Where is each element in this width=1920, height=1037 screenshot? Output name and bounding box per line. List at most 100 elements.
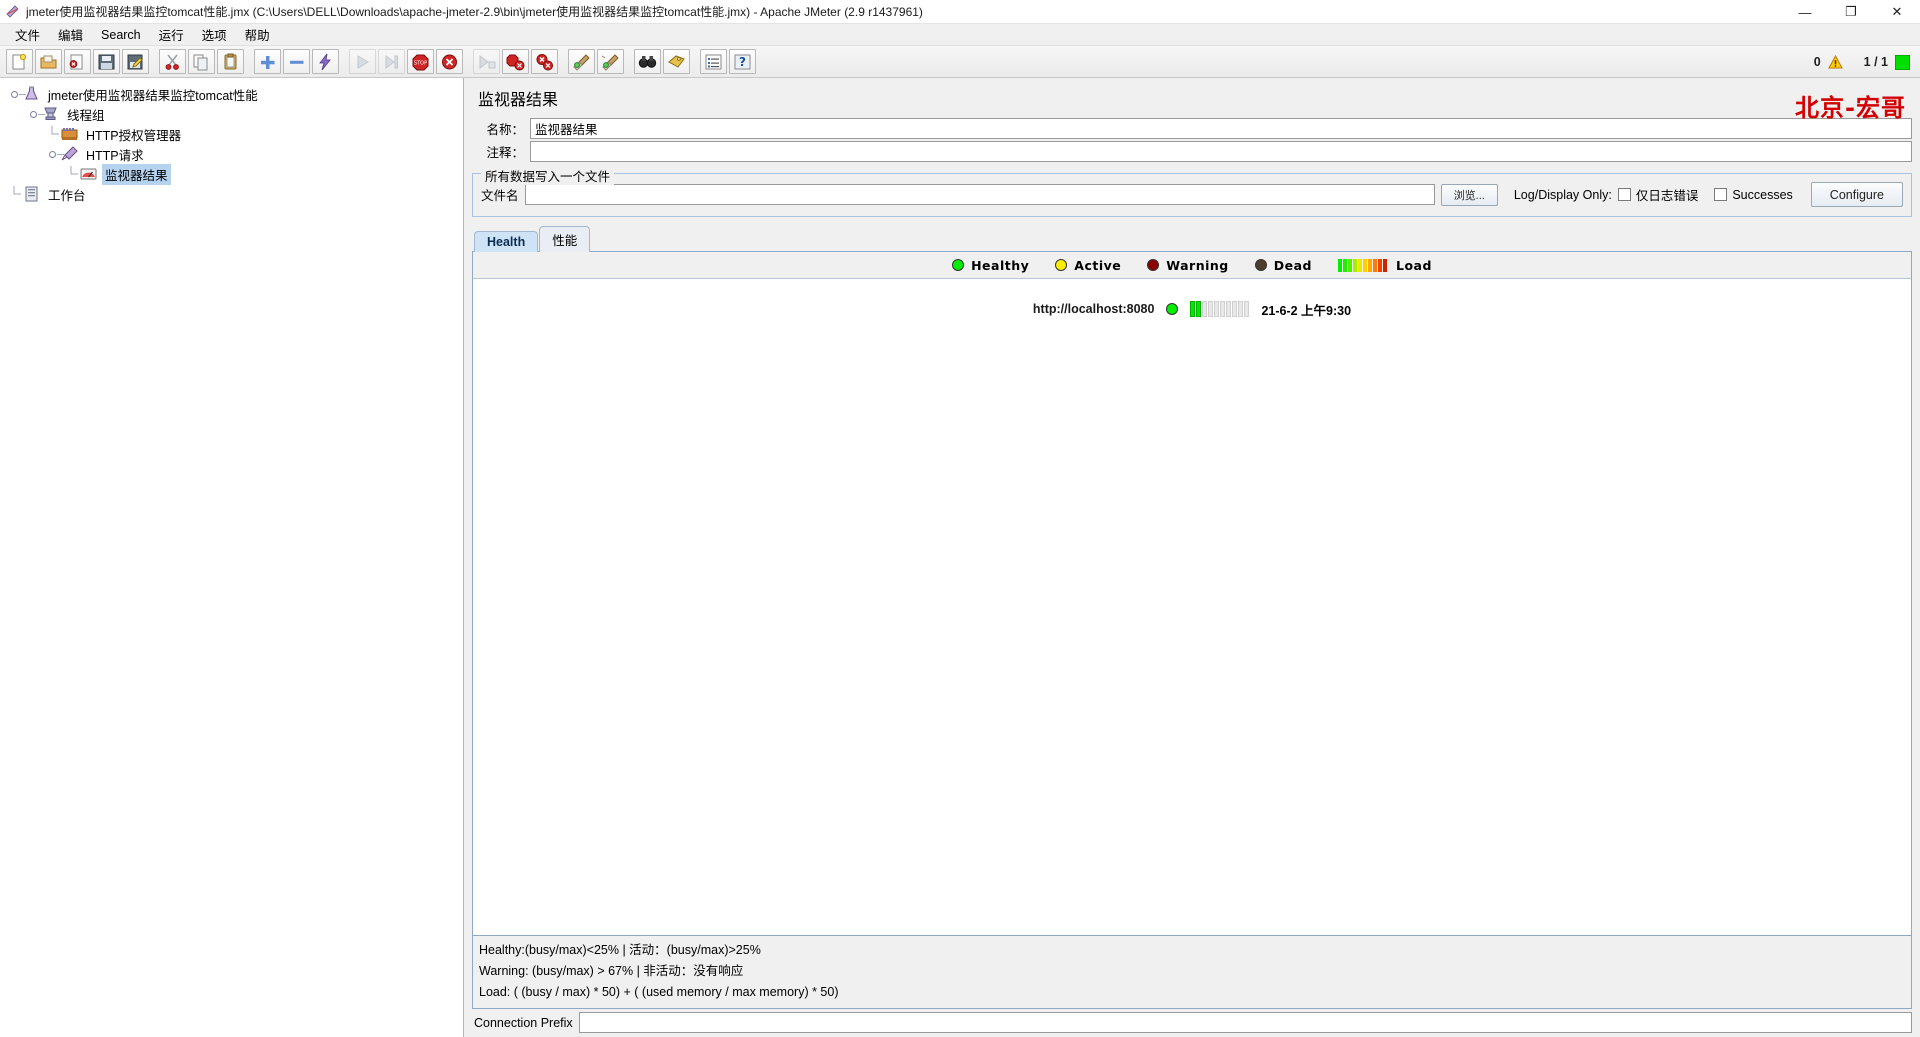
brand-watermark: 北京-宏哥 xyxy=(1795,94,1906,122)
main-split: jmeter使用监视器结果监控tomcat性能 线程组 HTTP授权管理器 HTTP请… xyxy=(0,78,1920,1037)
element-editor-pane: 北京-宏哥 监视器结果 名称： 注释： 所有数据写入一个文件 文件名 浏览...… xyxy=(464,78,1920,1037)
load-gradient-bar xyxy=(1377,258,1382,272)
remote-stop-icon xyxy=(506,53,525,71)
menu-run[interactable]: 运行 xyxy=(150,23,193,46)
clear-button[interactable] xyxy=(568,49,595,74)
tree-leaf-connector-icon xyxy=(6,186,22,202)
server-row-localhost-8080[interactable]: http://localhost:8080 21-6-2 上午9:30 xyxy=(473,299,1911,319)
info-line-healthy: Healthy:(busy/max)<25% | 活动：(busy/max)>2… xyxy=(479,943,761,957)
legend-dead: Dead xyxy=(1254,257,1312,273)
legend-warning: Warning xyxy=(1147,258,1228,273)
successes-label: Successes xyxy=(1732,187,1793,202)
tree-expander-icon[interactable] xyxy=(44,146,64,162)
tree-node-monitor-results[interactable]: 监视器结果 xyxy=(0,163,463,185)
browse-button[interactable]: 浏览... xyxy=(1440,183,1498,206)
successes-checkbox-wrap[interactable]: Successes xyxy=(1714,187,1793,202)
test-plan-tree[interactable]: jmeter使用监视器结果监控tomcat性能 线程组 HTTP授权管理器 HTTP请… xyxy=(0,78,464,1037)
warning-triangle-icon[interactable] xyxy=(1827,55,1843,69)
menu-file[interactable]: 文件 xyxy=(6,23,49,46)
clear-all-button[interactable] xyxy=(597,49,624,74)
load-gradient-bar xyxy=(1382,258,1387,272)
load-gradient-bar xyxy=(1352,258,1357,272)
tree-node-thread-group[interactable]: 线程组 xyxy=(0,104,463,124)
tab-health[interactable]: Health xyxy=(474,231,539,252)
minimize-button[interactable]: — xyxy=(1782,0,1828,24)
load-gradient-bar xyxy=(1357,258,1362,272)
templates-button[interactable] xyxy=(35,49,62,74)
open-button[interactable] xyxy=(64,49,91,74)
active-dot-icon xyxy=(1055,259,1068,271)
server-timestamp: 21-6-2 上午9:30 xyxy=(1261,303,1352,318)
workbench-icon xyxy=(22,185,41,203)
errors-only-checkbox[interactable] xyxy=(1617,188,1631,201)
stop-remote-button[interactable] xyxy=(502,49,529,74)
maximize-button[interactable]: ❐ xyxy=(1828,0,1874,24)
warning-dot-icon xyxy=(1147,259,1160,271)
help-button[interactable]: ? xyxy=(729,49,756,74)
svg-text:STOP: STOP xyxy=(414,60,427,66)
connection-prefix-row: Connection Prefix xyxy=(472,1012,1912,1037)
load-gradient-bar xyxy=(1342,258,1347,272)
paste-button[interactable] xyxy=(217,49,244,74)
collapse-all-button[interactable] xyxy=(283,49,310,74)
menu-help[interactable]: 帮助 xyxy=(236,23,279,46)
healthy-dot-icon xyxy=(952,259,965,271)
expand-all-button[interactable] xyxy=(254,49,281,74)
clipboard-icon xyxy=(221,53,240,71)
name-input[interactable] xyxy=(530,118,1912,139)
search-reset-button[interactable] xyxy=(663,49,690,74)
info-line-load: Load: ( (busy / max) * 50) + ( (used mem… xyxy=(479,985,839,999)
successes-checkbox[interactable] xyxy=(1714,188,1728,201)
new-button[interactable] xyxy=(6,49,33,74)
running-green-box xyxy=(1895,54,1910,70)
tree-node-label: jmeter使用监视器结果监控tomcat性能 xyxy=(48,88,258,103)
scissors-icon xyxy=(163,53,182,71)
menu-options[interactable]: 选项 xyxy=(193,23,236,46)
close-button[interactable]: ✕ xyxy=(1874,0,1920,24)
menu-edit[interactable]: 编辑 xyxy=(49,23,92,46)
configure-button[interactable]: Configure xyxy=(1810,182,1903,207)
search-button[interactable] xyxy=(634,49,661,74)
function-helper-button[interactable] xyxy=(700,49,727,74)
tree-node-http-request[interactable]: HTTP请求 xyxy=(0,144,463,164)
legend-dead-label: Dead xyxy=(1273,257,1312,273)
save-as-button[interactable] xyxy=(122,49,149,74)
tree-node-http-auth-manager[interactable]: HTTP授权管理器 xyxy=(0,124,463,144)
filename-input[interactable] xyxy=(524,184,1435,205)
filename-row: 文件名 浏览... Log/Display Only: 仅日志错误 Succes… xyxy=(481,182,1903,207)
copy-button[interactable] xyxy=(188,49,215,74)
menu-search[interactable]: Search xyxy=(92,26,150,44)
toggle-button[interactable] xyxy=(312,49,339,74)
save-as-pencil-icon xyxy=(126,53,145,71)
tree-node-test-plan[interactable]: jmeter使用监视器结果监控tomcat性能 xyxy=(0,84,463,104)
tree-expander-icon[interactable] xyxy=(25,106,45,122)
broom-clear-all-icon xyxy=(601,53,620,71)
server-load-gauge xyxy=(1190,301,1250,317)
lightning-bolt-icon xyxy=(316,53,335,71)
tree-node-workbench[interactable]: 工作台 xyxy=(0,184,463,204)
play-icon xyxy=(353,53,372,71)
connection-prefix-input[interactable] xyxy=(578,1012,1912,1033)
shutdown-remote-button[interactable] xyxy=(531,49,558,74)
health-criteria-info: Healthy:(busy/max)<25% | 活动：(busy/max)>2… xyxy=(472,936,1912,1009)
errors-only-label: 仅日志错误 xyxy=(1635,189,1699,203)
plus-icon xyxy=(258,53,277,71)
shutdown-button[interactable] xyxy=(436,49,463,74)
window-title: jmeter使用监视器结果监控tomcat性能.jmx (C:\Users\DE… xyxy=(26,5,923,19)
tree-node-label: 监视器结果 xyxy=(102,163,171,185)
svg-text:?: ? xyxy=(739,55,746,69)
save-button[interactable] xyxy=(93,49,120,74)
open-folder-icon xyxy=(39,53,58,71)
tree-expander-icon[interactable] xyxy=(6,86,26,102)
tag-reset-icon xyxy=(667,53,686,71)
broom-clear-icon xyxy=(572,53,591,71)
comment-input[interactable] xyxy=(530,141,1912,162)
load-gauge-segment xyxy=(1232,301,1238,317)
stop-button[interactable]: STOP xyxy=(407,49,434,74)
list-lines-icon xyxy=(704,53,723,71)
floppy-save-icon xyxy=(97,53,116,71)
tab-performance[interactable]: 性能 xyxy=(539,226,591,252)
cut-button[interactable] xyxy=(159,49,186,74)
remote-shutdown-icon xyxy=(535,53,554,71)
errors-only-checkbox-wrap[interactable]: 仅日志错误 xyxy=(1617,185,1699,204)
